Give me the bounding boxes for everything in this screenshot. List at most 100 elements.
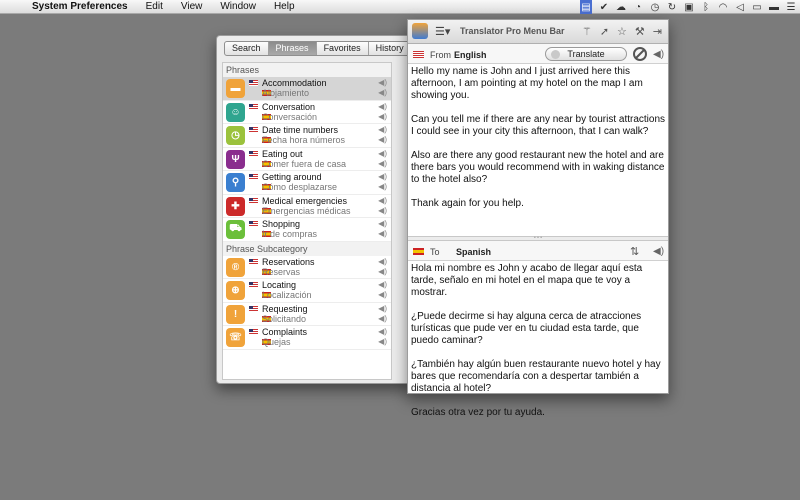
- phrase-medical[interactable]: ✚ Medical emergencies Emergencias médica…: [223, 195, 391, 218]
- timer-icon[interactable]: ◔: [633, 2, 643, 13]
- to-language-select[interactable]: Spanish: [456, 247, 491, 257]
- bed-icon: ▬: [226, 79, 245, 98]
- translate-button[interactable]: Translate: [545, 47, 627, 61]
- us-flag-icon: [249, 80, 258, 86]
- to-label: To: [430, 247, 440, 257]
- arrow-icon[interactable]: ➚: [600, 25, 609, 38]
- cloud-icon[interactable]: ☁: [616, 2, 626, 13]
- phrases-panel: Search Phrases Favorites History Phrases…: [216, 35, 412, 384]
- sync-icon[interactable]: ↻: [667, 2, 677, 13]
- us-flag-icon: [249, 174, 258, 180]
- translator-icon[interactable]: ▤: [580, 0, 592, 14]
- phrase-eating-out[interactable]: Ψ Eating out Comer fuera de casa ◀) ◀): [223, 148, 391, 171]
- phrase-shopping[interactable]: ⛟ Shopping Ir de compras ◀) ◀): [223, 218, 391, 242]
- translated-text-area[interactable]: Hola mi nombre es John y acabo de llegar…: [408, 261, 668, 418]
- speaker-icon[interactable]: ◀): [378, 102, 387, 111]
- tab-search[interactable]: Search: [225, 42, 269, 55]
- speaker-icon[interactable]: ◀): [378, 229, 387, 238]
- menu-help[interactable]: Help: [265, 1, 304, 12]
- battery-icon[interactable]: ▬: [769, 2, 779, 13]
- phrase-spanish: Ir de compras: [262, 229, 318, 239]
- phrase-spanish: Solicitando: [262, 313, 307, 324]
- fork-knife-icon: Ψ: [226, 149, 245, 169]
- tab-favorites[interactable]: Favorites: [317, 42, 369, 55]
- star-icon[interactable]: ☆: [617, 25, 627, 38]
- speaker-icon[interactable]: ◀): [378, 206, 387, 215]
- phrase-spanish: Cómo desplazarse: [262, 182, 338, 192]
- phrase-spanish: Conversación: [262, 111, 318, 122]
- phrase-english: Accommodation: [262, 78, 327, 88]
- menu-app-name[interactable]: System Preferences: [26, 1, 137, 12]
- bluetooth-icon[interactable]: ᛒ: [701, 2, 711, 13]
- source-text-area[interactable]: Hello my name is John and I just arrived…: [408, 64, 668, 236]
- tab-phrases[interactable]: Phrases: [268, 42, 317, 55]
- phrase-list-toggle-icon[interactable]: ☰▾: [435, 25, 450, 38]
- subcategory-locating[interactable]: ⊕ Locating Localización ◀) ◀): [223, 279, 391, 303]
- speaker-icon[interactable]: ◀): [378, 337, 387, 346]
- phrase-english: Reservations: [262, 256, 315, 267]
- phrase-list: Phrases ▬ Accommodation Alojamiento ◀) ◀…: [222, 62, 392, 380]
- speaker-icon[interactable]: ◀): [378, 196, 387, 205]
- clear-icon[interactable]: [633, 47, 647, 61]
- speaker-icon[interactable]: ◀): [378, 172, 387, 181]
- subcategory-reservations[interactable]: ® Reservations Reservas ◀) ◀): [223, 256, 391, 279]
- speaker-icon[interactable]: ◀): [378, 257, 387, 266]
- panel-title: Translator Pro Menu Bar: [460, 26, 565, 36]
- from-label: From: [430, 50, 451, 60]
- translate-button-label: Translate: [567, 49, 605, 59]
- phrase-getting-around[interactable]: ⚲ Getting around Cómo desplazarse ◀) ◀): [223, 171, 391, 195]
- speaker-icon[interactable]: ◀): [378, 149, 387, 158]
- evernote-icon[interactable]: ✔: [599, 2, 609, 13]
- tab-history[interactable]: History: [369, 42, 411, 55]
- list-icon[interactable]: ☰: [786, 2, 796, 13]
- speaker-icon[interactable]: ◀): [653, 49, 664, 60]
- speaker-icon[interactable]: ◀): [378, 182, 387, 191]
- speaker-icon[interactable]: ◀): [378, 125, 387, 134]
- speaker-icon[interactable]: ◀): [378, 88, 387, 97]
- translator-app-icon[interactable]: [412, 23, 428, 39]
- phrase-accommodation[interactable]: ▬ Accommodation Alojamiento ◀) ◀): [223, 77, 391, 101]
- phrase-date-time[interactable]: ◷ Date time numbers Fecha hora números ◀…: [223, 124, 391, 148]
- phrase-english: Requesting: [262, 303, 308, 314]
- wifi-icon[interactable]: ◠: [718, 2, 728, 13]
- menu-edit[interactable]: Edit: [137, 1, 172, 12]
- speaker-icon[interactable]: ◀): [378, 327, 387, 336]
- speaker-icon[interactable]: ◀): [653, 246, 664, 257]
- speaker-icon[interactable]: ◀): [378, 314, 387, 323]
- phrase-english: Getting around: [262, 172, 322, 182]
- volume-icon[interactable]: ◁: [735, 2, 745, 13]
- speaker-icon[interactable]: ◀): [378, 135, 387, 144]
- speaker-icon[interactable]: ◀): [378, 280, 387, 289]
- subcategory-requesting[interactable]: ! Requesting Solicitando ◀) ◀): [223, 303, 391, 326]
- translator-panel: ☰▾ Translator Pro Menu Bar ⚚ ➚ ☆ ⚒ ⇥ Fro…: [407, 19, 669, 418]
- speaker-icon[interactable]: ◀): [378, 159, 387, 168]
- us-flag-icon: [413, 51, 424, 58]
- from-row: From English Translate ◀): [408, 44, 668, 64]
- speaker-icon[interactable]: ◀): [378, 219, 387, 228]
- phrase-english: Conversation: [262, 101, 316, 112]
- swap-languages-icon[interactable]: ⇅: [630, 245, 639, 258]
- us-flag-icon: [249, 150, 258, 157]
- wrench-icon[interactable]: ⚒: [635, 25, 645, 38]
- bicycle-icon: ⚲: [226, 173, 245, 192]
- speaker-icon[interactable]: ◀): [378, 78, 387, 87]
- phrase-conversation[interactable]: ☺ Conversation Conversación ◀) ◀): [223, 101, 391, 124]
- from-language-select[interactable]: English: [454, 50, 487, 60]
- magic-wand-icon[interactable]: ⚚: [582, 25, 592, 38]
- menu-view[interactable]: View: [172, 1, 212, 12]
- subcategory-complaints[interactable]: ☏ Complaints Quejas ◀) ◀): [223, 326, 391, 350]
- phrase-english: Shopping: [262, 219, 301, 229]
- menu-window[interactable]: Window: [211, 1, 265, 12]
- phrase-spanish: Fecha hora números: [262, 135, 346, 145]
- speaker-icon[interactable]: ◀): [378, 304, 387, 313]
- lock-icon[interactable]: ▣: [684, 2, 694, 13]
- display-icon[interactable]: ▭: [752, 2, 762, 13]
- speaker-icon[interactable]: ◀): [378, 290, 387, 299]
- exit-icon[interactable]: ⇥: [653, 25, 662, 38]
- speaker-icon[interactable]: ◀): [378, 112, 387, 121]
- us-flag-icon: [249, 305, 258, 312]
- phrase-spanish: Emergencias médicas: [262, 205, 351, 216]
- speaker-icon[interactable]: ◀): [378, 267, 387, 276]
- clock-icon[interactable]: ◷: [650, 2, 660, 13]
- phrase-english: Medical emergencies: [262, 195, 348, 206]
